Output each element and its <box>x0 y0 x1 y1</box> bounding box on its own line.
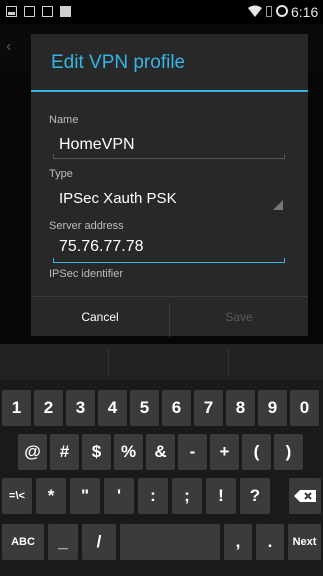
server-field-underline <box>53 262 285 263</box>
key-7[interactable]: 7 <box>194 390 223 426</box>
dialog-title: Edit VPN profile <box>51 52 186 73</box>
clipboard-icon <box>60 6 71 17</box>
key-4[interactable]: 4 <box>98 390 127 426</box>
key-ampersand[interactable]: & <box>146 434 175 470</box>
key-underscore[interactable]: _ <box>48 524 78 560</box>
key-apostrophe[interactable]: ' <box>104 478 134 514</box>
save-button[interactable]: Save <box>170 297 308 337</box>
backspace-icon <box>294 490 316 502</box>
key-3[interactable]: 3 <box>66 390 95 426</box>
wifi-icon <box>248 5 262 17</box>
key-8[interactable]: 8 <box>226 390 255 426</box>
server-underline-tick-left <box>53 258 54 262</box>
image-icon <box>24 6 35 17</box>
key-question[interactable]: ? <box>240 478 270 514</box>
back-icon: ‹ <box>6 38 12 55</box>
key-left-paren[interactable]: ( <box>242 434 271 470</box>
space-key[interactable] <box>120 524 220 560</box>
key-colon[interactable]: : <box>138 478 168 514</box>
name-field[interactable]: HomeVPN <box>59 136 135 154</box>
sync-icon <box>276 5 288 17</box>
key-exclamation[interactable]: ! <box>206 478 236 514</box>
keyboard: 1 2 3 4 5 6 7 8 9 0 @ # $% & - +() =\< * " ':;!? ABC _ /,. Next <box>0 344 323 576</box>
key-1[interactable]: 1 <box>2 390 31 426</box>
key-percent[interactable]: % <box>114 434 143 470</box>
key-comma[interactable]: , <box>224 524 252 560</box>
key-minus[interactable]: - <box>178 434 207 470</box>
abc-key[interactable]: ABC <box>2 524 44 560</box>
key-quote[interactable]: " <box>70 478 100 514</box>
name-underline-tick-left <box>53 154 54 158</box>
type-spinner[interactable]: IPSec Xauth PSK <box>59 190 177 207</box>
key-dollar[interactable]: $ <box>82 434 111 470</box>
key-slash[interactable]: / <box>82 524 116 560</box>
key-6[interactable]: 6 <box>162 390 191 426</box>
key-9[interactable]: 9 <box>258 390 287 426</box>
key-at[interactable]: @ <box>18 434 47 470</box>
clock: 6:16 <box>291 4 319 20</box>
server-underline-tick-right <box>284 258 285 262</box>
title-divider <box>31 90 308 92</box>
name-underline-tick-right <box>284 154 285 158</box>
key-asterisk[interactable]: * <box>36 478 66 514</box>
name-field-underline <box>53 158 285 159</box>
sim-icon <box>266 6 272 17</box>
status-bar: 6:16 <box>0 0 323 24</box>
key-period[interactable]: . <box>256 524 284 560</box>
suggestion-strip <box>0 344 323 380</box>
suggestion-divider <box>228 348 229 376</box>
server-address-field[interactable]: 75.76.77.78 <box>59 238 144 256</box>
ipsec-identifier-label: IPSec identifier <box>49 268 123 280</box>
key-hash[interactable]: # <box>50 434 79 470</box>
key-2[interactable]: 2 <box>34 390 63 426</box>
notification-icon <box>6 6 17 17</box>
name-label: Name <box>49 114 79 126</box>
next-key[interactable]: Next <box>288 524 321 560</box>
key-plus[interactable]: + <box>210 434 239 470</box>
key-5[interactable]: 5 <box>130 390 159 426</box>
cancel-button[interactable]: Cancel <box>31 297 169 337</box>
dropdown-arrow-icon <box>273 200 283 210</box>
suggestion-divider <box>108 348 109 376</box>
type-label: Type <box>49 168 73 180</box>
key-0[interactable]: 0 <box>290 390 319 426</box>
dialog-button-bar: Cancel Save <box>31 296 308 337</box>
server-address-label: Server address <box>49 220 124 232</box>
bag-icon <box>42 6 53 17</box>
symbols-page-key[interactable]: =\< <box>2 478 32 514</box>
edit-vpn-dialog: Edit VPN profile Name HomeVPN Type IPSec… <box>31 34 308 337</box>
key-right-paren[interactable]: ) <box>274 434 303 470</box>
backspace-key[interactable] <box>289 478 321 514</box>
key-semicolon[interactable]: ; <box>172 478 202 514</box>
